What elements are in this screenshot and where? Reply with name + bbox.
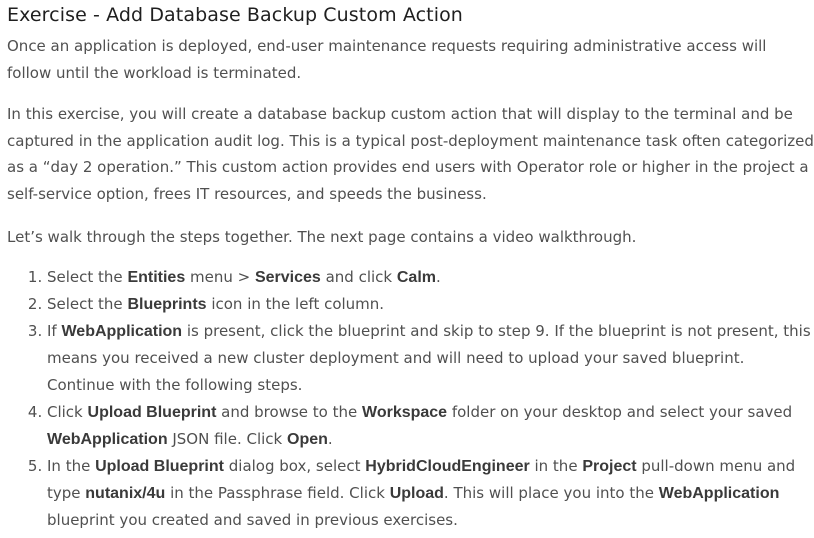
step-bold-term: nutanix/4u	[85, 485, 166, 503]
step-bold-term: WebApplication	[47, 431, 168, 449]
walkthrough-paragraph: Let’s walk through the steps together. T…	[7, 227, 637, 246]
step-bold-term: WebApplication	[658, 485, 780, 503]
step-bold-term: Calm	[396, 269, 436, 287]
steps-list: Select the Entities menu > Services and …	[7, 264, 814, 534]
step-bold-term: Upload Blueprint	[95, 458, 224, 476]
step-bold-term: Upload Blueprint	[87, 404, 217, 422]
page-title: Exercise - Add Database Backup Custom Ac…	[7, 4, 463, 26]
step-bold-term: Services	[254, 269, 321, 287]
intro-paragraph: Once an application is deployed, end-use…	[7, 37, 767, 82]
step-item-4: Click Upload Blueprint and browse to the…	[47, 399, 814, 453]
step-item-5: In the Upload Blueprint dialog box, sele…	[47, 453, 814, 534]
step-item-1: Select the Entities menu > Services and …	[47, 264, 814, 291]
step-bold-term: Workspace	[362, 404, 448, 422]
step-bold-term: WebApplication	[61, 323, 183, 341]
step-item-2: Select the Blueprints icon in the left c…	[47, 291, 814, 318]
step-bold-term: Project	[582, 458, 637, 476]
step-bold-term: Entities	[127, 269, 186, 287]
exercise-description-paragraph: In this exercise, you will create a data…	[7, 105, 814, 203]
exercise-page: Exercise - Add Database Backup Custom Ac…	[0, 0, 814, 538]
step-item-3: If WebApplication is present, click the …	[47, 318, 814, 399]
step-bold-term: HybridCloudEngineer	[365, 458, 530, 476]
step-bold-term: Upload	[389, 485, 444, 503]
step-bold-term: Open	[287, 431, 328, 449]
step-bold-term: Blueprints	[127, 296, 207, 314]
